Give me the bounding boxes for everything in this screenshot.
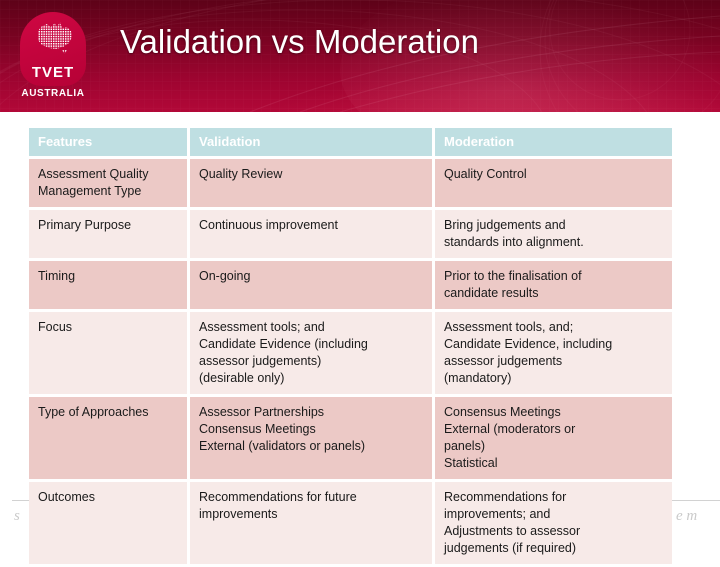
cell-feature: Primary Purpose — [29, 210, 187, 258]
cell-line: Quality Control — [444, 167, 527, 181]
cell-line: Management Type — [38, 184, 142, 198]
cell-line: Focus — [38, 320, 73, 334]
cell-line: Prior to the finalisation of — [444, 269, 582, 283]
cell-line: Candidate Evidence (including — [199, 337, 368, 351]
validation-vs-moderation-table: Features Validation Moderation Assessmen… — [26, 125, 675, 567]
cell-line: Recommendations for — [444, 490, 567, 504]
cell-line: Adjustments to assessor — [444, 524, 581, 538]
cell-feature: Assessment Quality Management Type — [29, 159, 187, 207]
cell-line: Assessment tools, and; — [444, 320, 574, 334]
watermark-right: e m — [676, 508, 698, 524]
cell-line: Statistical — [444, 456, 498, 470]
cell-moderation: Assessment tools, and; Candidate Evidence… — [435, 312, 672, 394]
logo-country-text: AUSTRALIA — [21, 88, 85, 99]
cell-moderation: Prior to the finalisation of candidate re… — [435, 261, 672, 309]
cell-moderation: Quality Control — [435, 159, 672, 207]
cell-line: Primary Purpose — [38, 218, 132, 232]
cell-line: Timing — [38, 269, 76, 283]
cell-feature: Timing — [29, 261, 187, 309]
logo-badge: TVET — [20, 12, 86, 86]
cell-validation: Continuous improvement — [190, 210, 432, 258]
table-header-row: Features Validation Moderation — [29, 128, 672, 156]
cell-line: Type of Approaches — [38, 405, 149, 419]
cell-line: panels) — [444, 439, 485, 453]
cell-line: assessor judgements) — [199, 354, 322, 368]
cell-line: Consensus Meetings — [444, 405, 561, 419]
cell-line: assessor judgements — [444, 354, 563, 368]
cell-line: Outcomes — [38, 490, 95, 504]
cell-line: On-going — [199, 269, 251, 283]
cell-moderation: Recommendations for improvements; and Adju… — [435, 482, 672, 564]
cell-moderation: Consensus Meetings External (moderators o… — [435, 397, 672, 479]
cell-line: candidate results — [444, 286, 539, 300]
cell-line: improvements; and — [444, 507, 551, 521]
cell-line: Consensus Meetings — [199, 422, 316, 436]
cell-line: Assessment Quality — [38, 167, 149, 181]
cell-validation: Assessor Partnerships Consensus Meetings E… — [190, 397, 432, 479]
cell-line: judgements (if required) — [444, 541, 577, 555]
australia-map-icon — [38, 22, 72, 54]
cell-line: standards into alignment. — [444, 235, 584, 249]
cell-line: Assessment tools; and — [199, 320, 325, 334]
table-row: Focus Assessment tools; and Candidate Evid… — [29, 312, 672, 394]
cell-line: External (validators or panels) — [199, 439, 366, 453]
column-header-moderation: Moderation — [435, 128, 672, 156]
cell-line: External (moderators or — [444, 422, 576, 436]
cell-line: Assessor Partnerships — [199, 405, 325, 419]
logo-tvet-text: TVET — [31, 64, 75, 81]
column-header-features: Features — [29, 128, 187, 156]
cell-feature: Type of Approaches — [29, 397, 187, 479]
cell-line: improvements — [199, 507, 278, 521]
page-title: Validation vs Moderation — [120, 23, 479, 60]
cell-line: Candidate Evidence, including — [444, 337, 613, 351]
cell-validation: Assessment tools; and Candidate Evidence … — [190, 312, 432, 394]
watermark-left: s — [14, 508, 20, 524]
cell-feature: Focus — [29, 312, 187, 394]
cell-line: Quality Review — [199, 167, 283, 181]
comparison-table-container: Features Validation Moderation Assessmen… — [29, 128, 672, 564]
cell-validation: Recommendations for future improvements — [190, 482, 432, 564]
table-header: Features Validation Moderation — [29, 128, 672, 156]
cell-line: Bring judgements and — [444, 218, 566, 232]
table-row: Assessment Quality Management Type Quality… — [29, 159, 672, 207]
table-row: Outcomes Recommendations for future improv… — [29, 482, 672, 564]
cell-validation: On-going — [190, 261, 432, 309]
cell-line: (desirable only) — [199, 371, 285, 385]
table-row: Timing On-going Prior to the finalisation … — [29, 261, 672, 309]
cell-moderation: Bring judgements and standards into align… — [435, 210, 672, 258]
table-row: Type of Approaches Assessor Partnerships C… — [29, 397, 672, 479]
title-banner: TVET AUSTRALIA Validation vs Moderation — [0, 0, 720, 112]
cell-validation: Quality Review — [190, 159, 432, 207]
tvet-australia-logo: TVET AUSTRALIA — [14, 12, 92, 104]
cell-feature: Outcomes — [29, 482, 187, 564]
cell-line: Continuous improvement — [199, 218, 338, 232]
watermark-rule-right — [672, 500, 720, 501]
column-header-validation: Validation — [190, 128, 432, 156]
table-body: Assessment Quality Management Type Quality… — [29, 159, 672, 564]
cell-line: (mandatory) — [444, 371, 512, 385]
table-row: Primary Purpose Continuous improvement Bri… — [29, 210, 672, 258]
cell-line: Recommendations for future — [199, 490, 357, 504]
